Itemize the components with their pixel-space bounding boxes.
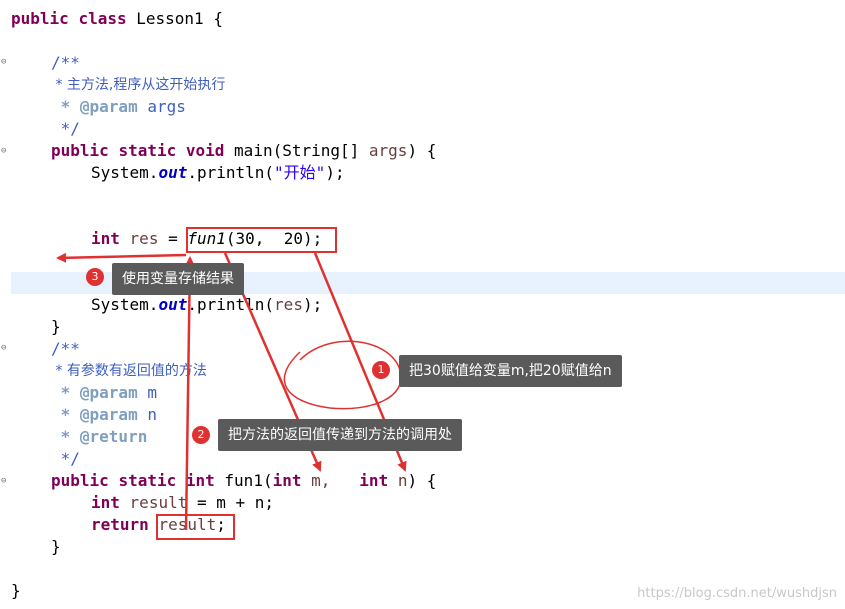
annotation-badge-2: 2 (192, 426, 210, 444)
arrow-store (56, 252, 187, 263)
annotation-badge-3: 3 (86, 268, 104, 286)
arrow-return (184, 256, 195, 531)
annotation-bubble-1: 把30赋值给变量m,把20赋值给n (399, 355, 622, 387)
annotation-badge-1: 1 (372, 361, 390, 379)
annotation-arrows (56, 252, 407, 531)
annotation-bubble-2: 把方法的返回值传递到方法的调用处 (218, 419, 462, 451)
annotation-bubble-3: 使用变量存储结果 (112, 263, 244, 295)
watermark: https://blog.csdn.net/wushdjsn (637, 586, 837, 601)
